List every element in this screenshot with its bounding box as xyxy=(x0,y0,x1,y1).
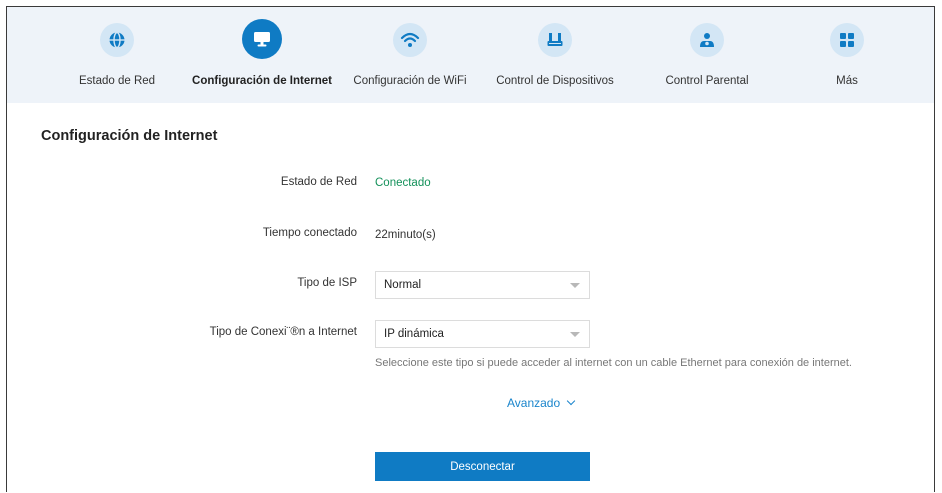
isp-type-label: Tipo de ISP xyxy=(297,277,357,289)
connection-type-label: Tipo de Conexi¨®n a Internet xyxy=(209,326,357,338)
router-admin-window: Estado de Red Configuración de Internet xyxy=(6,6,935,492)
nav-item-label: Configuración de WiFi xyxy=(353,75,467,87)
nav-item-parental-control[interactable]: Control Parental xyxy=(642,7,772,103)
parental-icon xyxy=(700,33,714,47)
nav-item-device-control[interactable]: Control de Dispositivos xyxy=(480,7,630,103)
connected-time-value: 22minuto(s) xyxy=(375,229,436,241)
router-icon xyxy=(547,33,563,46)
chevron-down-icon xyxy=(570,332,580,337)
connection-type-hint: Seleccione este tipo si puede acceder al… xyxy=(375,357,852,369)
top-navigation: Estado de Red Configuración de Internet xyxy=(7,7,934,103)
disconnect-button[interactable]: Desconectar xyxy=(375,452,590,481)
grid-icon xyxy=(840,33,854,47)
page-title: Configuración de Internet xyxy=(41,128,218,144)
network-status-label: Estado de Red xyxy=(280,176,357,188)
isp-type-selected-value: Normal xyxy=(384,279,422,291)
connection-type-select[interactable]: IP dinámica xyxy=(375,320,590,348)
nav-item-label: Más xyxy=(836,75,858,87)
nav-item-label: Configuración de Internet xyxy=(192,75,332,87)
nav-item-network-status[interactable]: Estado de Red xyxy=(62,7,172,103)
advanced-toggle[interactable]: Avanzado xyxy=(507,396,576,410)
nav-item-label: Estado de Red xyxy=(78,75,156,87)
nav-item-more[interactable]: Más xyxy=(807,7,887,103)
nav-item-label: Control Parental xyxy=(665,75,749,87)
chevron-down-icon xyxy=(566,396,576,406)
wifi-icon xyxy=(400,32,420,47)
isp-type-select[interactable]: Normal xyxy=(375,271,590,299)
globe-icon xyxy=(109,31,125,49)
connected-time-label: Tiempo conectado xyxy=(262,227,357,239)
chevron-down-icon xyxy=(570,283,580,288)
monitor-icon xyxy=(254,32,270,47)
network-status-value: Conectado xyxy=(375,177,431,189)
advanced-label: Avanzado xyxy=(507,396,561,410)
connection-type-selected-value: IP dinámica xyxy=(384,328,444,340)
nav-item-wifi-settings[interactable]: Configuración de WiFi xyxy=(345,7,475,103)
nav-item-label: Control de Dispositivos xyxy=(496,75,614,87)
nav-item-internet-settings[interactable]: Configuración de Internet xyxy=(182,7,342,103)
